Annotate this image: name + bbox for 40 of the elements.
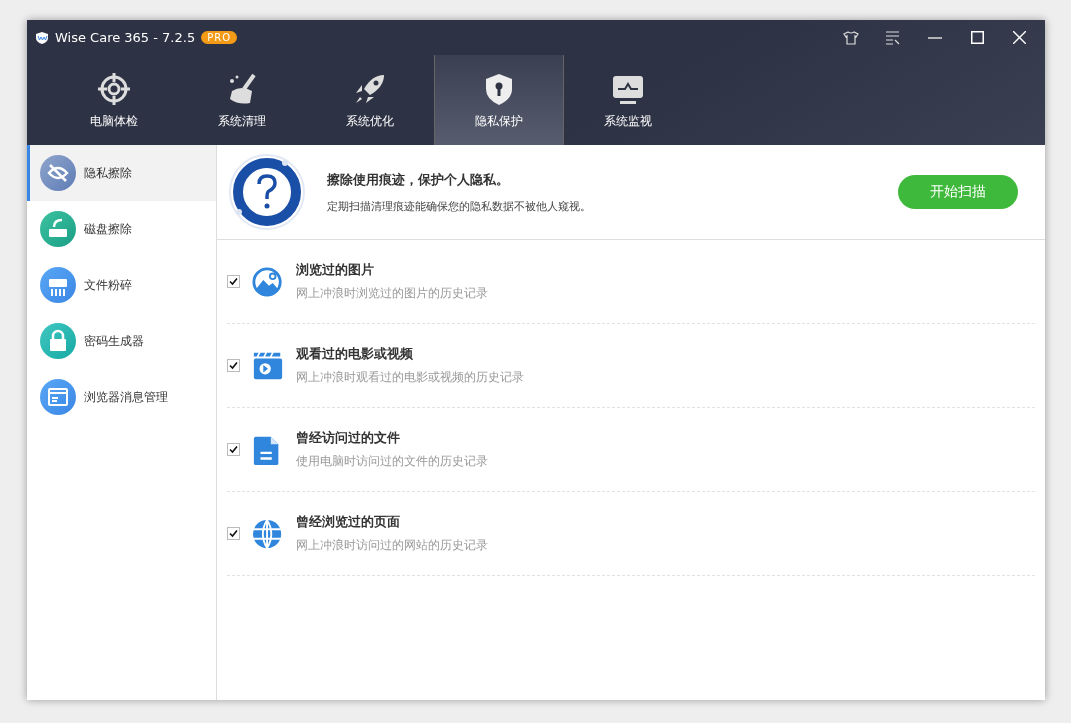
- globe-icon: [252, 517, 284, 550]
- maximize-icon: [970, 31, 984, 44]
- item-description: 网上冲浪时观看过的电影或视频的历史记录: [296, 369, 524, 386]
- nav-tab[interactable]: 系统监视: [564, 55, 692, 145]
- sidebar-item[interactable]: 文件粉碎: [27, 257, 216, 313]
- sidebar-item[interactable]: 磁盘擦除: [27, 201, 216, 257]
- nav-tab[interactable]: 系统清理: [178, 55, 306, 145]
- header-title: 擦除使用痕迹，保护个人隐私。: [327, 170, 510, 189]
- item-title: 曾经浏览过的页面: [296, 513, 401, 531]
- item-title: 观看过的电影或视频: [296, 345, 414, 363]
- sidebar-item[interactable]: 浏览器消息管理: [27, 369, 216, 425]
- checkbox[interactable]: [227, 527, 240, 540]
- shield-logo-icon: [35, 30, 49, 45]
- checkbox[interactable]: [227, 359, 240, 372]
- sidebar-item[interactable]: 密码生成器: [27, 313, 216, 369]
- sidebar-item[interactable]: 隐私擦除: [27, 145, 216, 201]
- checkbox[interactable]: [227, 275, 240, 288]
- lock-icon: [40, 323, 76, 359]
- browser-icon: [40, 379, 76, 415]
- checkbox[interactable]: [227, 443, 240, 456]
- close-icon: [1012, 31, 1026, 44]
- window-title: Wise Care 365 - 7.2.5: [55, 30, 196, 45]
- menu-icon: [885, 30, 901, 45]
- eye-icon: [40, 155, 76, 191]
- shredder-icon: [40, 267, 76, 303]
- shirt-icon: [843, 29, 859, 46]
- target-icon: [96, 70, 132, 107]
- nav-tab[interactable]: 隐私保护: [434, 55, 564, 145]
- header-subtitle: 定期扫描清理痕迹能确保您的隐私数据不被他人窥视。: [327, 198, 592, 214]
- item-title: 浏览过的图片: [296, 261, 375, 279]
- item-description: 网上冲浪时浏览过的图片的历史记录: [296, 285, 488, 302]
- item-title: 曾经访问过的文件: [296, 429, 401, 447]
- nav-tab[interactable]: 电脑体检: [50, 55, 178, 145]
- item-description: 使用电脑时访问过的文件的历史记录: [296, 453, 488, 470]
- question-icon: [227, 152, 307, 232]
- image-icon: [252, 265, 284, 298]
- minimize-icon: [928, 36, 942, 39]
- pro-badge: PRO: [201, 31, 238, 44]
- nav-tab[interactable]: 系统优化: [306, 55, 434, 145]
- item-description: 网上冲浪时访问过的网站的历史记录: [296, 537, 488, 554]
